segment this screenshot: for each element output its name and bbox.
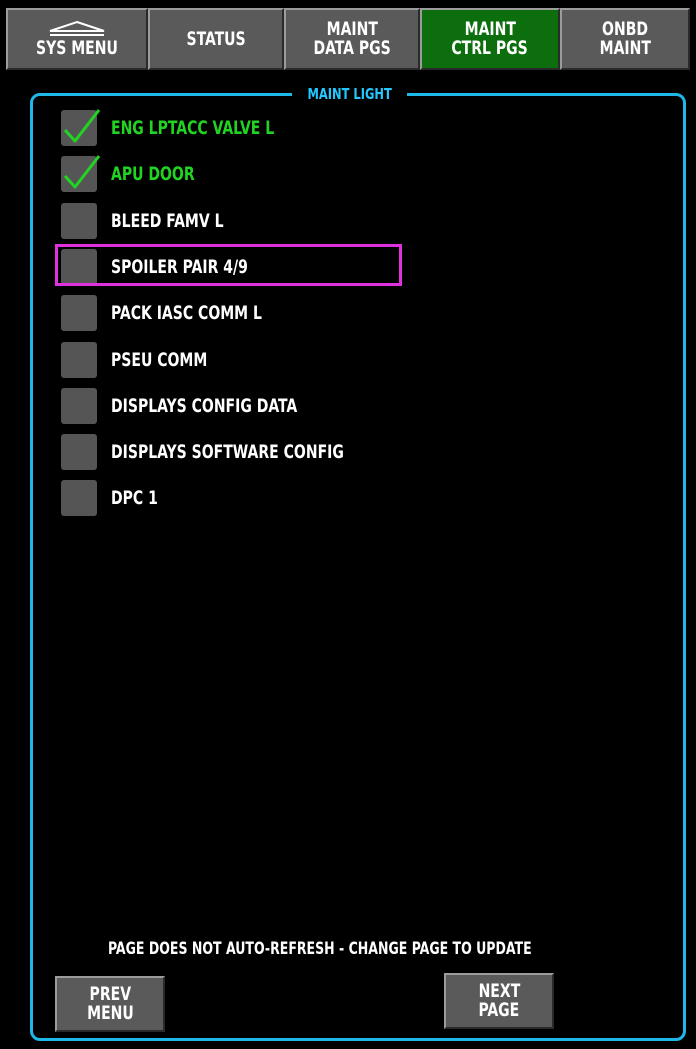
checkbox[interactable] [61, 480, 97, 516]
checkbox[interactable] [61, 203, 97, 239]
maint-light-item[interactable]: APU DOOR [59, 154, 659, 194]
maint-light-item-label: BLEED FAMV L [111, 210, 224, 232]
maint-light-item[interactable]: DPC 1 [59, 478, 659, 518]
tab-status-label: STATUS [186, 27, 246, 50]
checkbox[interactable] [61, 388, 97, 424]
maint-light-item[interactable]: DISPLAYS SOFTWARE CONFIG [59, 432, 659, 472]
tab-maint-data-pgs[interactable]: MAINT DATA PGS [284, 8, 420, 70]
maint-light-item[interactable]: SPOILER PAIR 4/9 [55, 244, 659, 287]
panel-title-wrap: MAINT LIGHT [292, 85, 408, 103]
tab-sys-menu[interactable]: SYS MENU [6, 8, 148, 70]
maint-light-item[interactable]: PACK IASC COMM L [59, 293, 659, 333]
tab-maint-data-line2: DATA PGS [313, 37, 391, 59]
tab-status[interactable]: STATUS [148, 8, 284, 70]
checkbox[interactable] [61, 342, 97, 378]
maint-light-item[interactable]: PSEU COMM [59, 340, 659, 380]
maint-light-item-label: ENG LPTACC VALVE L [111, 117, 275, 139]
maint-ctrl-screen: SYS MENU STATUS MAINT DATA PGS MAINT CTR… [0, 0, 696, 1049]
selection-highlight [55, 244, 402, 286]
tab-sys-menu-label: SYS MENU [36, 37, 118, 59]
check-mark-icon [63, 109, 101, 143]
next-page-button[interactable]: NEXT PAGE [444, 973, 554, 1029]
maint-light-item-label: DISPLAYS CONFIG DATA [111, 395, 298, 417]
maint-light-item-label: PSEU COMM [111, 349, 208, 371]
maint-light-item[interactable]: BLEED FAMV L [59, 201, 659, 241]
next-page-line2: PAGE [478, 999, 520, 1021]
panel-title: MAINT LIGHT [307, 85, 392, 103]
maint-light-item-label: DPC 1 [111, 487, 158, 509]
tab-maint-ctrl-pgs[interactable]: MAINT CTRL PGS [420, 8, 560, 70]
maint-light-item-label: APU DOOR [111, 163, 195, 185]
maint-light-item-label: DISPLAYS SOFTWARE CONFIG [111, 441, 344, 463]
prev-menu-line2: MENU [86, 1002, 134, 1024]
checkbox[interactable] [61, 295, 97, 331]
maint-light-item-label: PACK IASC COMM L [111, 302, 262, 324]
auto-refresh-notice: PAGE DOES NOT AUTO-REFRESH - CHANGE PAGE… [108, 939, 532, 959]
tab-bar: SYS MENU STATUS MAINT DATA PGS MAINT CTR… [6, 8, 690, 72]
maint-light-item[interactable]: ENG LPTACC VALVE L [59, 108, 659, 148]
prev-menu-button[interactable]: PREV MENU [55, 976, 165, 1032]
tab-onbd-line2: MAINT [599, 37, 651, 59]
tab-maint-ctrl-line2: CTRL PGS [451, 37, 529, 59]
eject-triangle-icon [49, 20, 105, 36]
checkbox[interactable] [61, 434, 97, 470]
maint-light-item[interactable]: DISPLAYS CONFIG DATA [59, 386, 659, 426]
tab-onbd-maint[interactable]: ONBD MAINT [560, 8, 690, 70]
check-mark-icon [63, 155, 101, 189]
